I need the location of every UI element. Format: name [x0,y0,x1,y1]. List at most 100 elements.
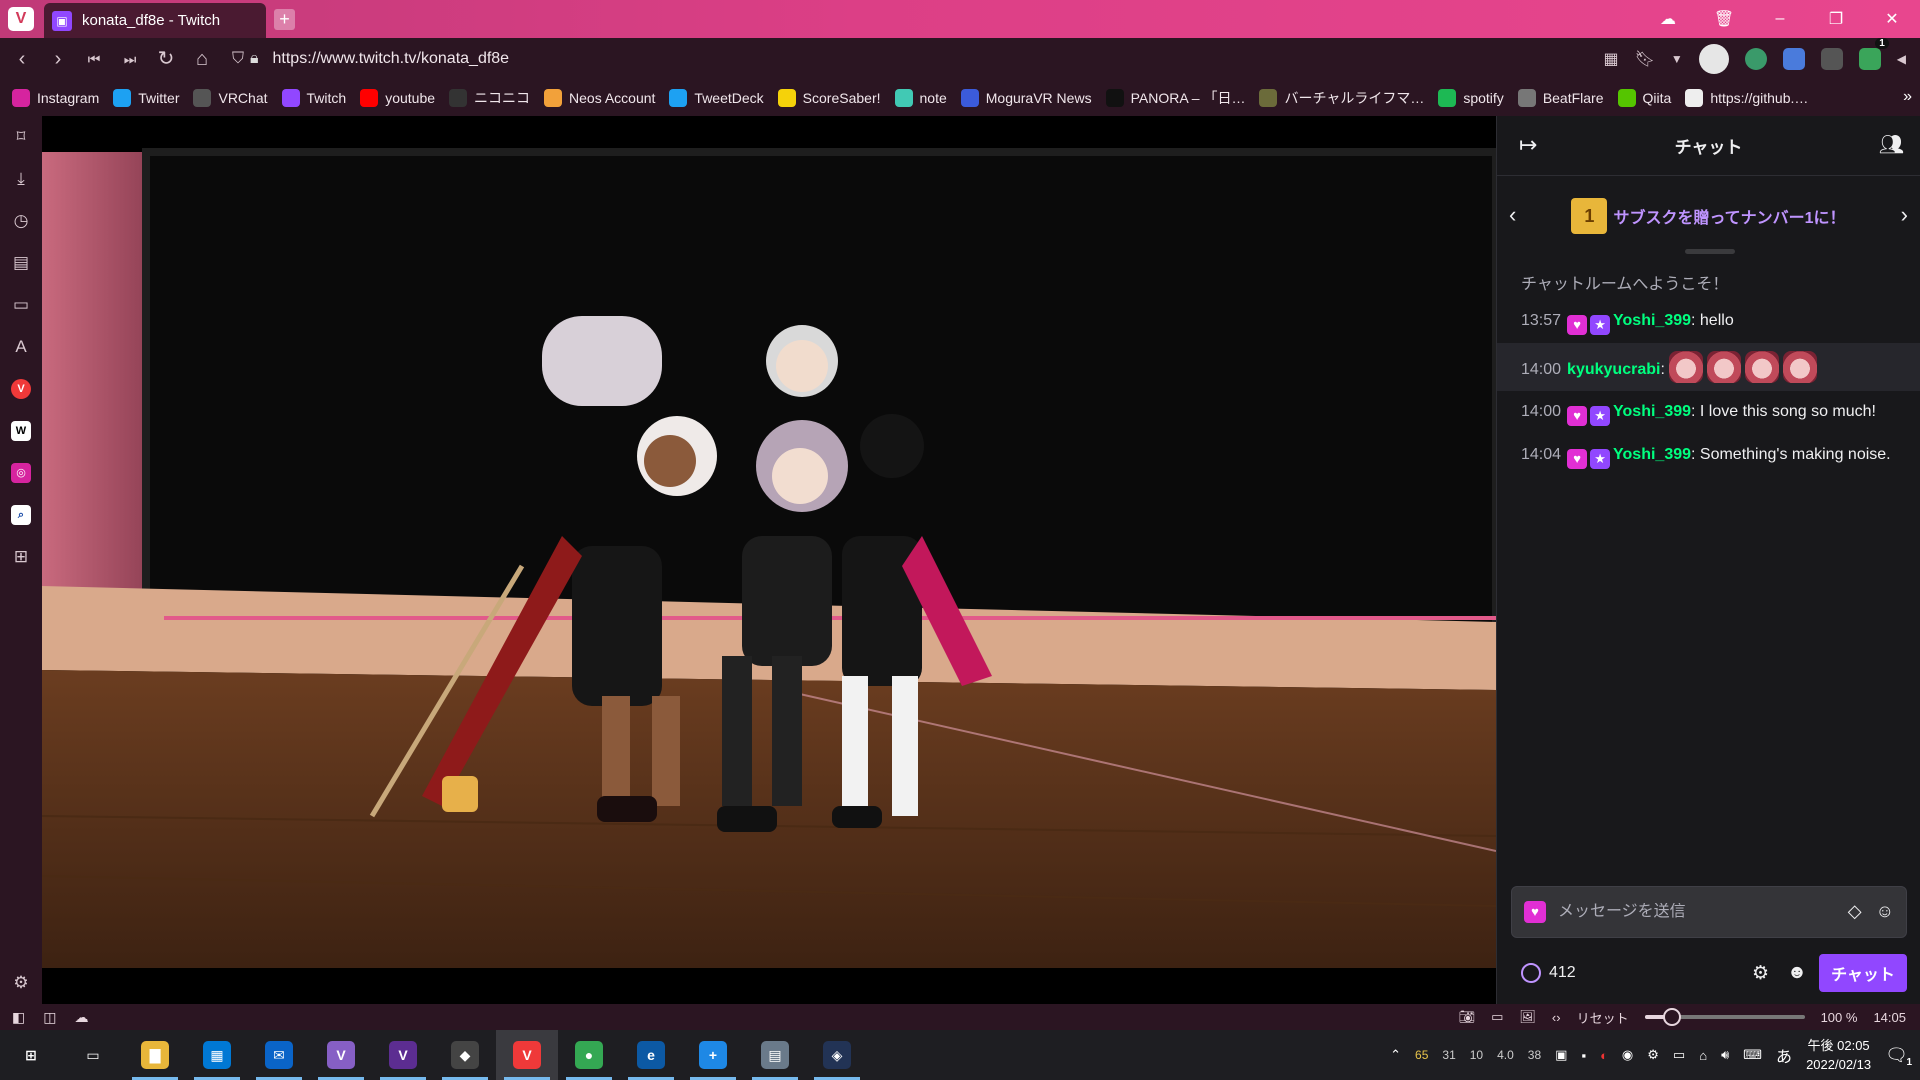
page-actions-icon[interactable]: ‹› [1552,1010,1561,1025]
capture-icon[interactable]: 📷︎ [1459,1009,1476,1025]
send-chat-button[interactable]: チャット [1819,954,1907,992]
network-icon[interactable]: ⌂ [1699,1048,1707,1063]
cloud-sync-icon[interactable]: ☁ [1640,9,1696,29]
search-panel-icon[interactable]: ⌕ [0,494,42,536]
bookmark-item[interactable]: spotify [1438,89,1504,107]
notification-center-icon[interactable]: 🗨︎ 1 [1885,1045,1912,1068]
monitor-icon[interactable]: ▣ [1555,1047,1567,1063]
taskbar-windows-start[interactable]: ⊞ [0,1030,62,1080]
taskbar-unity[interactable]: ◆ [434,1030,496,1080]
new-tab-button[interactable]: + [274,9,295,30]
minimize-button[interactable]: – [1752,10,1808,28]
emote-image[interactable] [1668,351,1703,383]
sub-heart-badge-icon[interactable]: ♥ [1567,315,1588,335]
message-username[interactable]: Yoshi_399 [1613,312,1691,329]
community-icon[interactable]: 👥︎ [1879,132,1904,157]
bookmark-item[interactable]: バーチャルライフマ… [1259,88,1424,108]
downloads-icon[interactable]: ⤓ [0,158,42,200]
bookmark-icon[interactable]: 🔖︎ [1635,49,1655,69]
app-tray-icon[interactable]: ◐ [1600,1048,1608,1063]
discord-icon[interactable]: ◉ [1622,1047,1633,1063]
chat-input[interactable] [1558,903,1818,921]
notes-icon[interactable]: ▤ [0,242,42,284]
chat-settings-icon[interactable]: ⚙ [1752,962,1769,985]
emote-picker-icon[interactable]: ☺ [1876,901,1894,922]
bookmark-item[interactable]: TweetDeck [669,89,764,107]
ime-indicator[interactable]: あ [1776,1043,1792,1067]
chat-message[interactable]: 13:57 ♥ ★ Yoshi_399: hello [1497,300,1920,343]
star-badge-icon[interactable]: ★ [1590,449,1611,469]
taskbar-edge[interactable]: e [620,1030,682,1080]
sync-cloud-icon[interactable]: ☁ [74,1009,88,1026]
image-toggle-icon[interactable]: 🖼︎ [1519,1009,1536,1025]
reload-button[interactable]: ↻ [148,41,184,77]
taskbar-clock[interactable]: 午後 02:05 2022/02/13 [1806,1036,1871,1074]
back-button[interactable]: ‹ [4,41,40,77]
bookmark-item[interactable]: Twitter [113,89,179,107]
tiling-icon[interactable]: ▭ [1491,1009,1503,1025]
taskbar-visual-studio-2[interactable]: V [372,1030,434,1080]
taskbar-mail[interactable]: ✉ [248,1030,310,1080]
profile-avatar[interactable] [1698,44,1729,74]
promo-next-icon[interactable]: › [1901,202,1908,228]
bookmarks-overflow-icon[interactable]: » [1903,88,1912,106]
emote-image[interactable] [1706,351,1741,383]
message-username[interactable]: kyukyucrabi [1567,361,1660,378]
tray-overflow-icon[interactable]: ⌃ [1390,1047,1401,1063]
instagram-panel-icon[interactable]: ◎ [0,452,42,494]
taskbar-app-dark[interactable]: ◈ [806,1030,868,1080]
taskbar-file-explorer[interactable]: ▇ [124,1030,186,1080]
home-button[interactable]: ⌂ [184,41,220,77]
history-icon[interactable]: ◷ [0,200,42,242]
extension-badge-icon[interactable]: 1 [1858,38,1889,70]
url-field[interactable]: 🔒︎ https://www.twitch.tv/konata_df8e [250,38,509,80]
bookmark-item[interactable]: ニコニコ [449,88,530,108]
zoom-slider-knob[interactable] [1662,1008,1681,1026]
sub-heart-badge-icon[interactable]: ♥ [1567,406,1588,426]
taskbar-vivaldi[interactable]: V [496,1030,558,1080]
taskbar-task-view[interactable]: ▭ [62,1030,124,1080]
gift-sub-promo[interactable]: ‹ 1 サブスクを贈ってナンバー1に！ › [1497,176,1920,256]
badge-heart-icon[interactable]: ♥ [1524,901,1546,923]
collapse-chat-icon[interactable]: ↦ [1519,132,1537,158]
sub-heart-badge-icon[interactable]: ♥ [1567,449,1588,469]
trash-icon[interactable]: 🗑 [1696,9,1752,29]
panel-toggle-icon[interactable]: ◧ [12,1009,25,1026]
bookmark-item[interactable]: Neos Account [544,89,655,107]
bookmark-item[interactable]: note [894,89,947,107]
bookmark-item[interactable]: https://github.… [1685,89,1808,107]
window-panel-icon[interactable]: ▭ [0,284,42,326]
battery-icon[interactable]: ▭ [1673,1047,1685,1063]
bits-icon[interactable]: ◇ [1848,901,1862,922]
bookmark-item[interactable]: Twitch [281,89,346,107]
bookmarks-panel-icon[interactable]: ⌑ [0,116,42,158]
chat-message[interactable]: 14:00 kyukyucrabi: [1497,343,1920,391]
bookmark-item[interactable]: youtube [360,89,435,107]
panel-toggle-icon[interactable]: ◀ [1897,52,1906,66]
zoom-reset-button[interactable]: リセット [1577,1008,1629,1027]
taskbar-microsoft-store[interactable]: ▦ [186,1030,248,1080]
promo-prev-icon[interactable]: ‹ [1509,202,1516,228]
taskbar-app-window[interactable]: ▤ [744,1030,806,1080]
rewind-button[interactable]: ⏮ [76,41,112,77]
emote-image[interactable] [1744,351,1779,383]
extension-sync-icon[interactable] [1744,48,1767,70]
star-badge-icon[interactable]: ★ [1590,315,1611,335]
bookmark-item[interactable]: Qiita [1617,89,1671,107]
taskbar-visual-studio[interactable]: V [310,1030,372,1080]
taskbar-chrome[interactable]: ● [558,1030,620,1080]
fast-forward-button[interactable]: ⏭ [112,41,148,77]
channel-points[interactable]: 412 [1511,963,1576,983]
chat-message[interactable]: 14:04 ♥ ★ Yoshi_399: Something's making noi… [1497,434,1920,477]
vivaldi-menu-button[interactable]: V [8,7,34,31]
settings-icon[interactable]: ⚙ [0,962,42,1004]
close-button[interactable]: ✕ [1864,9,1920,29]
vr-extension-icon[interactable] [1820,48,1843,70]
translate-icon[interactable] [1782,48,1805,70]
tile-tabs-icon[interactable]: ◫ [43,1009,56,1026]
bookmark-item[interactable]: Instagram [12,89,99,107]
add-panel-icon[interactable]: ⊞ [0,536,42,578]
star-badge-icon[interactable]: ★ [1590,406,1611,426]
volume-icon[interactable]: 🔊︎ [1721,1047,1729,1063]
video-player[interactable] [42,116,1496,1004]
